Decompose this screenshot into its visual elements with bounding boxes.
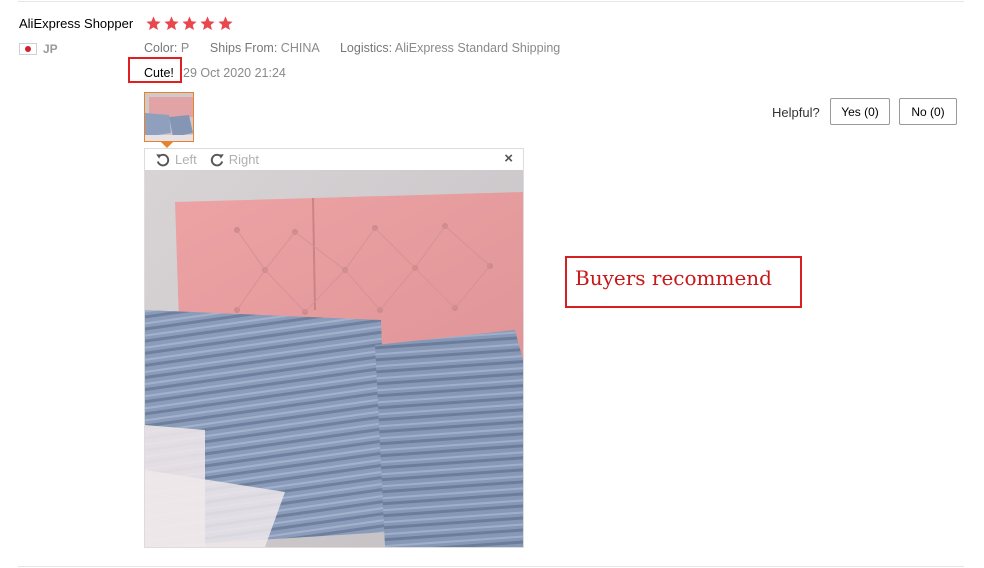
review-photo-image	[145, 170, 523, 547]
bottom-divider	[18, 566, 964, 567]
star-icon	[218, 16, 233, 31]
order-meta: Color: P Ships From: CHINA Logistics: Al…	[144, 41, 560, 55]
helpful-label: Helpful?	[772, 105, 820, 120]
rotate-left-icon	[156, 153, 170, 166]
star-icon	[164, 16, 179, 31]
rotate-left-button[interactable]: Left	[155, 152, 197, 168]
ships-from-value: CHINA	[280, 41, 319, 55]
logistics-label: Logistics:	[339, 41, 393, 55]
reviewer-name: AliExpress Shopper	[19, 16, 134, 31]
review-date: 29 Oct 2020 21:24	[183, 66, 286, 80]
logistics-value: AliExpress Standard Shipping	[394, 41, 561, 55]
helpful-no-button[interactable]: No (0)	[899, 98, 957, 125]
top-divider	[18, 1, 964, 2]
star-icon	[200, 16, 215, 31]
color-value: P	[180, 41, 189, 55]
rotate-right-label: Right	[228, 152, 260, 167]
rotate-right-icon	[210, 153, 224, 166]
rotate-left-label: Left	[175, 152, 197, 167]
review-comment: Cute!	[144, 66, 174, 80]
japan-flag-icon	[19, 43, 37, 55]
viewer-toolbar: Left Right ×	[145, 149, 523, 170]
review-photo-thumbnail[interactable]	[144, 92, 194, 142]
helpful-yes-button[interactable]: Yes (0)	[830, 98, 890, 125]
buyers-recommend-annotation: Buyers recommend	[575, 266, 772, 290]
star-rating	[145, 15, 234, 32]
country-code: JP	[43, 42, 58, 56]
close-icon[interactable]: ×	[504, 151, 513, 167]
ships-from-label: Ships From:	[209, 41, 278, 55]
review-photo-large	[145, 170, 523, 547]
star-icon	[182, 16, 197, 31]
star-icon	[146, 16, 161, 31]
photo-viewer: Left Right ×	[144, 148, 524, 548]
thumbnail-image	[145, 93, 193, 141]
rotate-right-button[interactable]: Right	[209, 152, 259, 168]
color-label: Color:	[144, 41, 178, 55]
